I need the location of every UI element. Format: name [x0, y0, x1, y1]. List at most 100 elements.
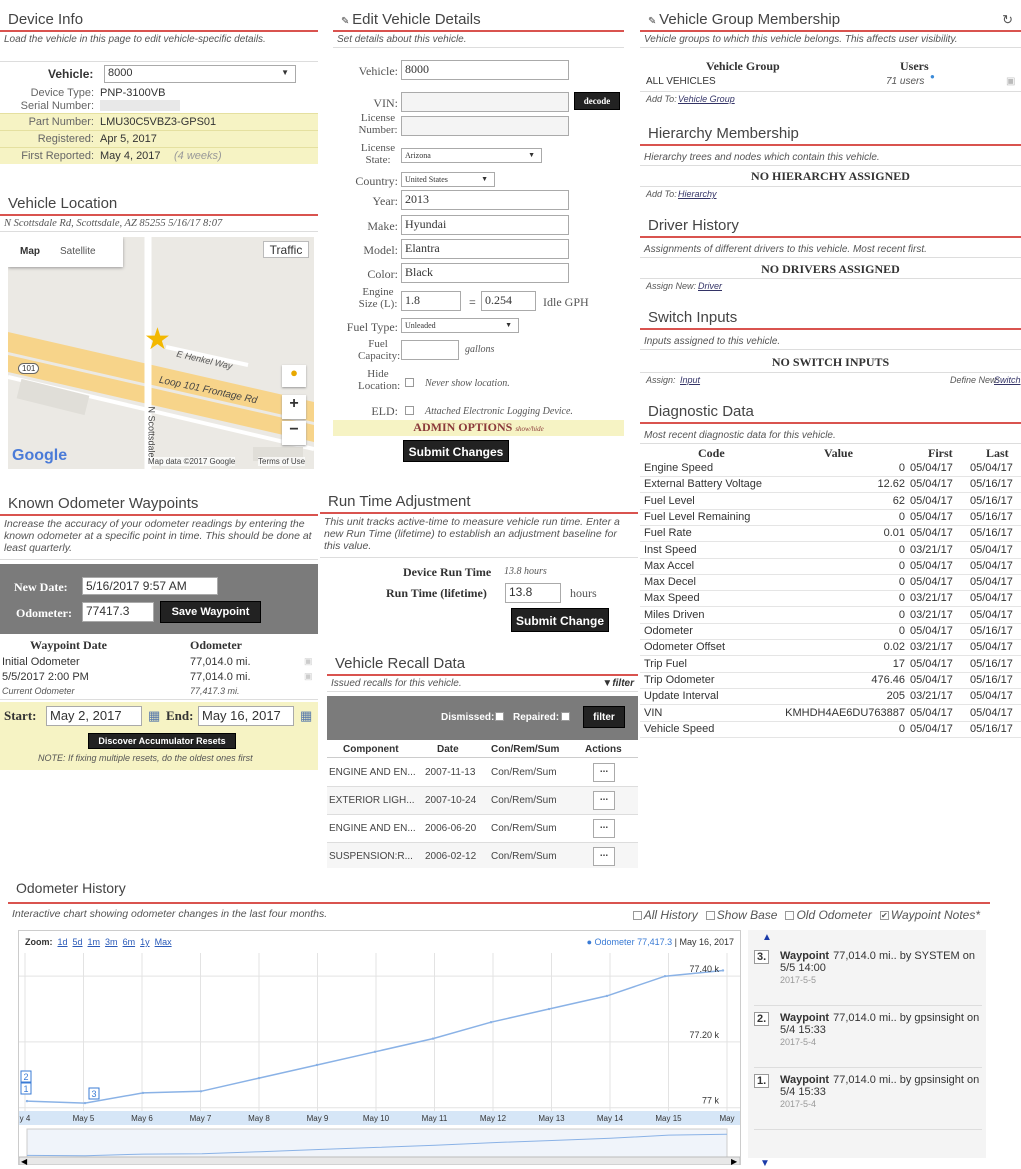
terms-link[interactable]: Terms of Use [258, 457, 306, 466]
fuel-type-label: Fuel Type: [346, 320, 398, 334]
trash-icon[interactable]: ▣ [304, 671, 313, 682]
history-option[interactable]: Show Base [705, 908, 777, 922]
trash-icon[interactable]: ▣ [304, 656, 313, 667]
waypoint-note[interactable]: 1. Waypoint 77,014.0 mi.. by gpsinsight on… [754, 1072, 982, 1130]
odometer-input[interactable]: 77417.3 [82, 602, 154, 622]
start-date-input[interactable]: May 2, 2017 [46, 706, 142, 726]
history-option-checkbox[interactable] [785, 911, 795, 921]
recall-action-button[interactable]: ... [593, 791, 615, 810]
add-vehicle-group-link[interactable]: Vehicle Group [678, 94, 735, 104]
model-input[interactable]: Elantra [401, 239, 569, 259]
admin-show-hide[interactable]: show/hide [515, 425, 543, 433]
group-users[interactable]: 71 users [886, 76, 924, 87]
calendar-icon[interactable]: ▦ [148, 708, 160, 724]
add-hierarchy-link[interactable]: Hierarchy [678, 189, 717, 199]
waypoint-note[interactable]: 3. Waypoint 77,014.0 mi.. by SYSTEM on 5/5… [754, 948, 982, 1006]
history-option-checkbox[interactable]: ✔ [879, 911, 889, 921]
diag-first: 05/04/17 [910, 478, 953, 491]
history-option[interactable]: ✔ Waypoint Notes* [879, 908, 980, 922]
decode-button[interactable]: decode [574, 92, 620, 110]
zoom-link[interactable]: 1m [88, 937, 101, 947]
x-tick-label: May 6 [131, 1114, 153, 1123]
discover-resets-button[interactable]: Discover Accumulator Resets [88, 733, 236, 749]
color-input[interactable]: Black [401, 263, 569, 283]
vin-input[interactable] [401, 92, 569, 112]
zoom-link[interactable]: 3m [105, 937, 118, 947]
calendar-icon[interactable]: ▦ [300, 708, 312, 724]
map-button[interactable]: Map [20, 246, 40, 257]
info-icon[interactable]: ● [930, 72, 935, 81]
refresh-icon[interactable]: ↻ [1002, 12, 1013, 28]
diag-value: 0 [898, 722, 905, 735]
license-number-input[interactable] [401, 116, 569, 136]
recall-action-button[interactable]: ... [593, 847, 615, 866]
history-option-checkbox[interactable] [705, 911, 715, 921]
waypoint-flag[interactable]: 2 [20, 1070, 32, 1083]
satellite-button[interactable]: Satellite [60, 246, 96, 257]
model-label: Model: [363, 243, 398, 257]
fuel-type-select[interactable]: Unleaded ▼ [401, 318, 519, 333]
map[interactable]: Map Satellite Traffic ★ E Henkel Way Loo… [8, 237, 314, 469]
new-date-input[interactable]: 5/16/2017 9:57 AM [82, 577, 218, 595]
scroll-down-icon[interactable]: ▼ [760, 1158, 770, 1169]
zoom-link[interactable]: 5d [73, 937, 83, 947]
scroll-up-icon[interactable]: ▲ [762, 932, 772, 943]
repaired-checkbox[interactable] [561, 712, 570, 721]
history-option-label: Waypoint Notes* [890, 908, 980, 922]
submit-changes-button[interactable]: Submit Changes [403, 440, 509, 462]
zoom-link[interactable]: 1y [140, 937, 150, 947]
waypoint-flag[interactable]: 1 [20, 1082, 32, 1095]
history-option[interactable]: All History [632, 908, 698, 922]
submit-change-button[interactable]: Submit Change [511, 608, 609, 632]
history-option-checkbox[interactable] [632, 911, 642, 921]
zoom-out-button[interactable]: − [282, 421, 306, 445]
lifetime-input[interactable]: 13.8 [505, 583, 561, 603]
ev-vehicle-input[interactable]: 8000 [401, 60, 569, 80]
filter-link[interactable]: ▼filter [602, 678, 634, 689]
diag-code: Fuel Level [644, 494, 695, 507]
idle-gph-input[interactable]: 0.254 [481, 291, 536, 311]
pegman-icon[interactable]: ● [282, 365, 306, 387]
hide-location-checkbox[interactable] [405, 378, 414, 387]
scroll-right-icon[interactable]: ▶ [731, 1157, 738, 1165]
traffic-button[interactable]: Traffic [263, 241, 309, 258]
recall-action-button[interactable]: ... [593, 763, 615, 782]
save-waypoint-button[interactable]: Save Waypoint [160, 601, 261, 623]
define-switch-link[interactable]: Switch [994, 375, 1021, 385]
fuel-capacity-input[interactable] [401, 340, 459, 360]
year-input[interactable]: 2013 [401, 190, 569, 210]
vehicle-select[interactable]: 8000 ▼ [104, 65, 296, 83]
scroll-left-icon[interactable]: ◀ [21, 1157, 28, 1165]
assign-input-label: Assign: [646, 375, 676, 385]
waypoint-flag[interactable]: 3 [88, 1087, 100, 1100]
highway-shield: 101 [18, 363, 40, 374]
assign-input-link[interactable]: Input [680, 375, 700, 385]
eld-checkbox[interactable] [405, 406, 414, 415]
diagnostic-row: Inst Speed 0 03/21/17 05/04/17 [640, 543, 1021, 559]
dismissed-checkbox[interactable] [495, 712, 504, 721]
filter-button[interactable]: filter [583, 706, 625, 728]
diag-first: 05/04/17 [910, 462, 953, 474]
odometer-chart[interactable]: 77 k 77.20 k 77.40 k y 4 May 5 May 6 May 7 May … [19, 953, 740, 1165]
waypoint-note[interactable]: 2. Waypoint 77,014.0 mi.. by gpsinsight on… [754, 1010, 982, 1068]
diag-value: 0 [898, 608, 905, 621]
history-option[interactable]: Old Odometer [785, 908, 872, 922]
zoom-link[interactable]: Max [155, 937, 172, 947]
engine-size-label: Engine Size (L): [358, 286, 398, 310]
zoom-in-button[interactable]: + [282, 395, 306, 419]
zoom-link[interactable]: 1d [58, 937, 68, 947]
map-data-notice: Map data ©2017 Google [148, 457, 236, 466]
engine-size-input[interactable]: 1.8 [401, 291, 461, 311]
end-date-input[interactable]: May 16, 2017 [198, 706, 294, 726]
diag-value: 0 [898, 576, 905, 589]
trash-icon[interactable]: ▣ [1006, 76, 1015, 87]
diag-code: External Battery Voltage [644, 478, 763, 491]
recall-action-button[interactable]: ... [593, 819, 615, 838]
license-state-select[interactable]: Arizona ▼ [401, 148, 542, 163]
make-input[interactable]: Hyundai [401, 215, 569, 235]
zoom-link[interactable]: 6m [123, 937, 136, 947]
assign-driver-link[interactable]: Driver [698, 281, 722, 291]
admin-options-bar[interactable]: ADMIN OPTIONS show/hide [333, 420, 624, 436]
country-select[interactable]: United States ▼ [401, 172, 495, 187]
chart-scrollbar[interactable] [19, 1156, 740, 1165]
